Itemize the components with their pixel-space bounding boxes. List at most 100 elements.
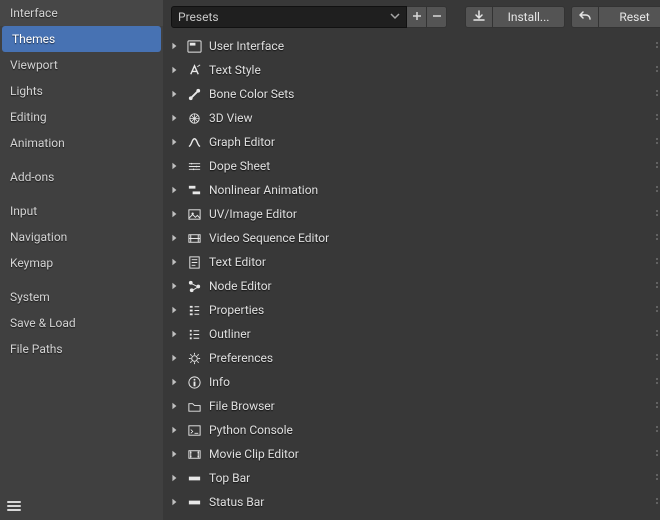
theme-section-python-console[interactable]: Python Console bbox=[167, 418, 660, 442]
drag-grip-icon[interactable] bbox=[655, 231, 660, 246]
theme-section-label: Text Editor bbox=[209, 255, 266, 269]
drag-grip-icon[interactable] bbox=[655, 87, 660, 102]
disclosure-triangle-icon bbox=[169, 66, 179, 74]
theme-section-label: 3D View bbox=[209, 111, 253, 125]
drag-grip-icon[interactable] bbox=[655, 255, 660, 270]
reset-button[interactable]: Reset bbox=[599, 6, 660, 28]
text-style-icon bbox=[185, 63, 203, 78]
theme-section-graph-editor[interactable]: Graph Editor bbox=[167, 130, 660, 154]
preset-add-button[interactable] bbox=[407, 6, 427, 28]
disclosure-triangle-icon bbox=[169, 426, 179, 434]
chevron-down-icon bbox=[390, 10, 400, 24]
sidebar-item-input[interactable]: Input bbox=[0, 198, 163, 224]
drag-grip-icon[interactable] bbox=[655, 135, 660, 150]
sidebar-item-label: Animation bbox=[10, 136, 65, 150]
install-group: Install... bbox=[465, 6, 565, 28]
minus-icon bbox=[432, 10, 442, 24]
sidebar-item-addons[interactable]: Add-ons bbox=[0, 164, 163, 190]
install-button[interactable]: Install... bbox=[493, 6, 565, 28]
theme-section-label: User Interface bbox=[209, 39, 284, 53]
drag-grip-icon[interactable] bbox=[655, 351, 660, 366]
drag-grip-icon[interactable] bbox=[655, 303, 660, 318]
sidebar-item-system[interactable]: System bbox=[0, 284, 163, 310]
drag-grip-icon[interactable] bbox=[655, 63, 660, 78]
presets-dropdown[interactable]: Presets bbox=[171, 6, 407, 28]
theme-section-text-editor[interactable]: Text Editor bbox=[167, 250, 660, 274]
theme-section-movie-clip-editor[interactable]: Movie Clip Editor bbox=[167, 442, 660, 466]
sidebar-item-interface[interactable]: Interface bbox=[0, 0, 163, 26]
drag-grip-icon[interactable] bbox=[655, 111, 660, 126]
theme-section-bone-color-sets[interactable]: Bone Color Sets bbox=[167, 82, 660, 106]
sidebar-item-file-paths[interactable]: File Paths bbox=[0, 336, 163, 362]
sidebar-group: Add-ons bbox=[0, 164, 163, 190]
sidebar-item-label: System bbox=[10, 290, 50, 304]
theme-section-label: Top Bar bbox=[209, 471, 250, 485]
drag-grip-icon[interactable] bbox=[655, 399, 660, 414]
drag-grip-icon[interactable] bbox=[655, 159, 660, 174]
drag-grip-icon[interactable] bbox=[655, 495, 660, 510]
sidebar-item-themes[interactable]: Themes bbox=[2, 26, 161, 52]
download-icon bbox=[472, 9, 486, 26]
sidebar-item-editing[interactable]: Editing bbox=[0, 104, 163, 130]
graph-icon bbox=[185, 135, 203, 150]
sidebar-group: InputNavigationKeymap bbox=[0, 198, 163, 276]
theme-section-label: Text Style bbox=[209, 63, 261, 77]
sidebar-item-keymap[interactable]: Keymap bbox=[0, 250, 163, 276]
drag-grip-icon[interactable] bbox=[655, 327, 660, 342]
theme-section-dope-sheet[interactable]: Dope Sheet bbox=[167, 154, 660, 178]
drag-grip-icon[interactable] bbox=[655, 423, 660, 438]
theme-section-properties[interactable]: Properties bbox=[167, 298, 660, 322]
theme-section-text-style[interactable]: Text Style bbox=[167, 58, 660, 82]
presets-row: Presets bbox=[171, 6, 447, 28]
theme-section-video-sequence-editor[interactable]: Video Sequence Editor bbox=[167, 226, 660, 250]
theme-section-node-editor[interactable]: Node Editor bbox=[167, 274, 660, 298]
sidebar-item-navigation[interactable]: Navigation bbox=[0, 224, 163, 250]
sidebar-item-label: File Paths bbox=[10, 342, 63, 356]
theme-section-file-browser[interactable]: File Browser bbox=[167, 394, 660, 418]
reset-label: Reset bbox=[619, 10, 649, 24]
preset-remove-button[interactable] bbox=[427, 6, 447, 28]
theme-section-label: Python Console bbox=[209, 423, 293, 437]
theme-section-label: Properties bbox=[209, 303, 264, 317]
drag-grip-icon[interactable] bbox=[655, 279, 660, 294]
image-icon bbox=[185, 207, 203, 222]
drag-grip-icon[interactable] bbox=[655, 39, 660, 54]
reset-group: Reset bbox=[571, 6, 660, 28]
sidebar: InterfaceThemes Viewport LightsEditing Anim… bbox=[0, 0, 163, 520]
disclosure-triangle-icon bbox=[169, 234, 179, 242]
disclosure-triangle-icon bbox=[169, 162, 179, 170]
hamburger-menu-button[interactable] bbox=[6, 498, 22, 514]
plus-icon bbox=[412, 10, 422, 24]
drag-grip-icon[interactable] bbox=[655, 183, 660, 198]
theme-section-info[interactable]: Info bbox=[167, 370, 660, 394]
theme-section-nonlinear-animation[interactable]: Nonlinear Animation bbox=[167, 178, 660, 202]
sidebar-item-lights[interactable]: Lights bbox=[0, 78, 163, 104]
theme-section-outliner[interactable]: Outliner bbox=[167, 322, 660, 346]
theme-section-3d-view[interactable]: 3D View bbox=[167, 106, 660, 130]
drag-grip-icon[interactable] bbox=[655, 447, 660, 462]
sidebar-item-save-load[interactable]: Save & Load bbox=[0, 310, 163, 336]
theme-section-label: Dope Sheet bbox=[209, 159, 270, 173]
install-icon-button[interactable] bbox=[465, 6, 493, 28]
disclosure-triangle-icon bbox=[169, 114, 179, 122]
theme-section-label: Node Editor bbox=[209, 279, 272, 293]
theme-section-user-interface[interactable]: User Interface bbox=[167, 34, 660, 58]
disclosure-triangle-icon bbox=[169, 282, 179, 290]
sidebar-item-viewport[interactable]: Viewport bbox=[0, 52, 163, 78]
drag-grip-icon[interactable] bbox=[655, 207, 660, 222]
reset-icon-button[interactable] bbox=[571, 6, 599, 28]
console-icon bbox=[185, 423, 203, 438]
theme-section-top-bar[interactable]: Top Bar bbox=[167, 466, 660, 490]
disclosure-triangle-icon bbox=[169, 210, 179, 218]
theme-section-preferences[interactable]: Preferences bbox=[167, 346, 660, 370]
theme-section-status-bar[interactable]: Status Bar bbox=[167, 490, 660, 514]
sidebar-group: InterfaceThemes Viewport LightsEditing Anim… bbox=[0, 0, 163, 156]
node-icon bbox=[185, 279, 203, 294]
sidebar-item-animation[interactable]: Animation bbox=[0, 130, 163, 156]
theme-section-label: Bone Color Sets bbox=[209, 87, 294, 101]
drag-grip-icon[interactable] bbox=[655, 471, 660, 486]
drag-grip-icon[interactable] bbox=[655, 375, 660, 390]
sidebar-item-label: Viewport bbox=[10, 58, 58, 72]
theme-section-uv-image-editor[interactable]: UV/Image Editor bbox=[167, 202, 660, 226]
sidebar-item-label: Save & Load bbox=[10, 316, 76, 330]
